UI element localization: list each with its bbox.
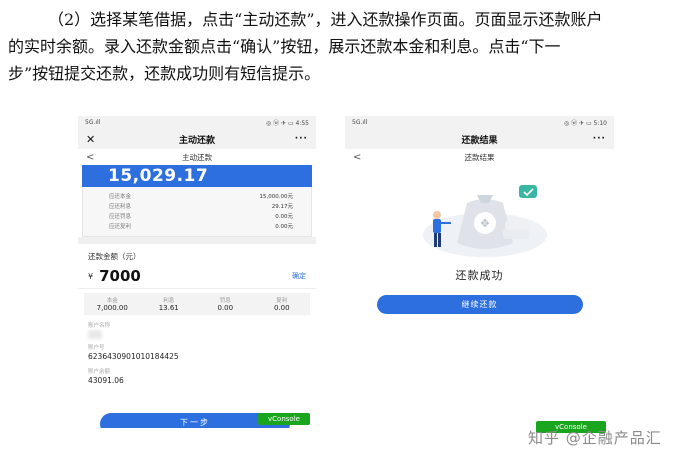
breakdown-label: 复利 — [276, 298, 288, 304]
success-illustration: ✥ — [345, 165, 614, 265]
amount-input-row: ¥ 7000 确定 — [78, 264, 316, 289]
detail-row: 应还本金 15,000.00元 — [109, 191, 293, 201]
paragraph-line-3: 步”按钮提交还款，还款成功则有短信提示。 — [8, 64, 321, 83]
detail-value: 29.17元 — [271, 204, 293, 210]
account-name-redacted — [88, 330, 102, 339]
detail-value: 15,000.00元 — [259, 194, 294, 200]
detail-label: 应还复利 — [109, 224, 132, 230]
detail-label: 应还罚息 — [109, 214, 132, 220]
section-divider — [78, 237, 316, 244]
paragraph-line-2: 的实时余额。录入还款金额点击“确认”按钮，展示还款本金和利息。点击“下一 — [8, 37, 561, 56]
continue-repayment-button[interactable]: 继续还款 — [376, 295, 583, 314]
svg-text:✥: ✥ — [480, 217, 489, 230]
sub-header: < 主动还款 — [78, 149, 316, 165]
detail-value: 0.00元 — [275, 214, 293, 220]
due-details: 应还本金 15,000.00元 应还利息 29.17元 应还罚息 0.00元 应… — [82, 187, 312, 237]
account-balance-label: 账户余额 — [88, 369, 111, 375]
breakdown-value: 7,000.00 — [96, 304, 128, 312]
more-icon[interactable]: ··· — [288, 134, 308, 144]
loan-balance: 15,029.17 — [108, 166, 209, 186]
account-number-field: 账户号 6236430901010184425 — [78, 341, 316, 365]
close-icon[interactable]: ✕ — [86, 133, 106, 146]
account-name-label: 账户名称 — [88, 323, 111, 329]
back-icon[interactable]: < — [86, 152, 106, 163]
success-message: 还款成功 — [455, 269, 504, 282]
page-title: 主动还款 — [178, 135, 215, 146]
breakdown-label: 罚息 — [219, 298, 231, 304]
paragraph-line-1: （2）选择某笔借据，点击“主动还款”，进入还款操作页面。页面显示还款账户 — [48, 10, 603, 29]
status-bar: 5G.ıll ◎ ⓦ ✈ ▭ 4:55 — [78, 116, 316, 129]
detail-label: 应还本金 — [109, 194, 132, 200]
status-time: ◎ ⓦ ✈ ▭ 5:10 — [563, 120, 607, 127]
detail-row: 应还复利 0.00元 — [109, 221, 293, 231]
breakdown-label: 本金 — [106, 298, 118, 304]
account-balance: 43091.06 — [88, 376, 124, 385]
vconsole-button[interactable]: vConsole — [258, 413, 310, 425]
breakdown-value: 0.00 — [273, 304, 290, 312]
title-bar: 还款结果 ··· — [345, 129, 614, 149]
breakdown-value: 0.00 — [217, 304, 234, 312]
repayment-screenshot: 5G.ıll ◎ ⓦ ✈ ▭ 4:55 ✕ 主动还款 ··· < 主动还款 15… — [78, 116, 316, 428]
account-number: 6236430901010184425 — [88, 352, 179, 361]
confirm-button[interactable]: 确定 — [292, 271, 306, 281]
repayment-result-screenshot: 5G.ıll ◎ ⓦ ✈ ▭ 5:10 还款结果 ··· < 还款结果 ✥ 还款… — [345, 116, 614, 368]
back-icon[interactable]: < — [353, 152, 373, 163]
money-bag-illustration: ✥ — [423, 185, 547, 257]
detail-label: 应还利息 — [109, 204, 132, 210]
sub-title: 还款结果 — [464, 152, 495, 162]
balance-card: 15,029.17 — [82, 165, 312, 187]
sub-header: < 还款结果 — [345, 149, 614, 165]
status-bar: 5G.ıll ◎ ⓦ ✈ ▭ 5:10 — [345, 116, 614, 129]
status-time: ◎ ⓦ ✈ ▭ 4:55 — [265, 120, 309, 127]
account-name-field: 账户名称 — [78, 319, 316, 341]
account-balance-field: 账户余额 43091.06 — [78, 365, 316, 389]
sub-title: 主动还款 — [182, 152, 212, 162]
description-paragraph: （2）选择某笔借据，点击“主动还款”，进入还款操作页面。页面显示还款账户 的实时… — [8, 6, 690, 87]
currency-symbol: ¥ — [88, 271, 94, 281]
breakdown-item: 利息 13.61 — [141, 296, 198, 312]
repayment-breakdown: 本金 7,000.00 利息 13.61 罚息 0.00 复利 0.00 — [84, 293, 310, 315]
breakdown-item: 复利 0.00 — [254, 296, 311, 312]
breakdown-label: 利息 — [163, 298, 175, 304]
detail-row: 应还利息 29.17元 — [109, 201, 293, 211]
breakdown-item: 罚息 0.00 — [197, 296, 254, 312]
detail-row: 应还罚息 0.00元 — [109, 211, 293, 221]
page-title: 还款结果 — [461, 135, 498, 146]
signal-indicator: 5G.ıll — [85, 119, 101, 126]
more-icon[interactable]: ··· — [586, 134, 606, 144]
breakdown-value: 13.61 — [158, 304, 179, 312]
account-number-label: 账户号 — [88, 345, 105, 351]
title-bar: ✕ 主动还款 ··· — [78, 129, 316, 149]
breakdown-item: 本金 7,000.00 — [84, 296, 141, 312]
amount-input[interactable]: 7000 — [99, 267, 292, 285]
watermark: 知乎 @企融产品汇 — [528, 429, 662, 447]
detail-value: 0.00元 — [275, 224, 293, 230]
signal-indicator: 5G.ıll — [352, 119, 368, 126]
amount-label: 还款金额（元） — [88, 252, 141, 261]
